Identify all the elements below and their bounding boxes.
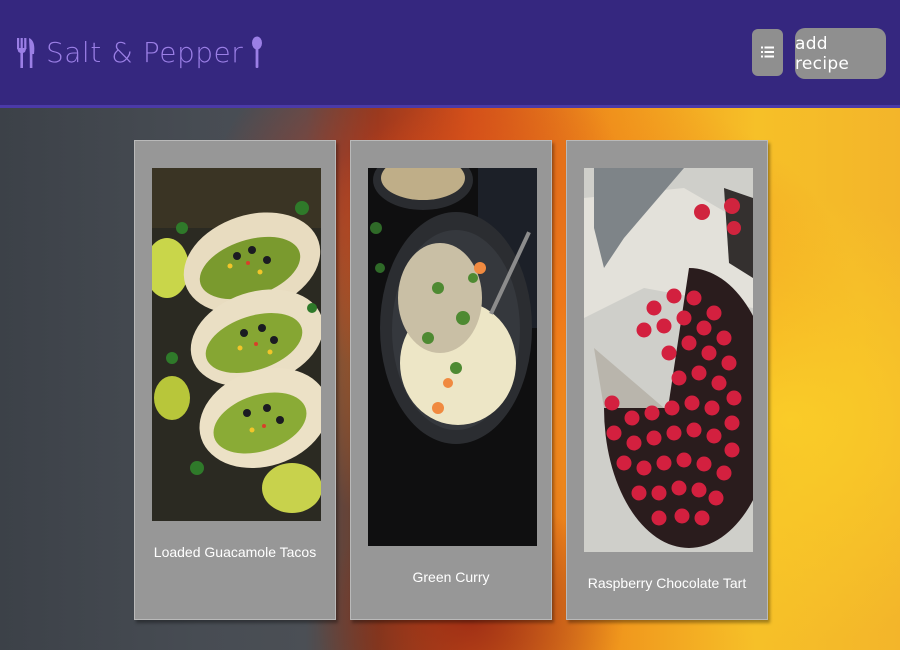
recipe-title[interactable]: Green Curry	[351, 569, 551, 585]
brand-logo[interactable]: Salt & Pepper	[16, 36, 263, 70]
add-recipe-button[interactable]: add recipe	[795, 28, 886, 79]
recipe-title[interactable]: Loaded Guacamole Tacos	[135, 544, 335, 560]
recipe-card[interactable]: Loaded Guacamole Tacos	[134, 140, 336, 620]
recipe-card[interactable]: Raspberry Chocolate Tart	[566, 140, 768, 620]
fork-knife-icon	[16, 36, 36, 70]
guacamole-tacos-photo[interactable]	[152, 168, 321, 521]
raspberry-tart-photo[interactable]	[584, 168, 753, 552]
top-navbar: Salt & Pepper add recipe	[0, 0, 900, 108]
recipe-card[interactable]: Green Curry	[350, 140, 552, 620]
spoon-icon	[251, 36, 263, 70]
list-icon	[761, 43, 774, 62]
app-title: Salt & Pepper	[46, 36, 244, 69]
green-curry-photo[interactable]	[368, 168, 537, 546]
menu-button[interactable]	[752, 29, 783, 76]
recipe-title[interactable]: Raspberry Chocolate Tart	[567, 575, 767, 591]
